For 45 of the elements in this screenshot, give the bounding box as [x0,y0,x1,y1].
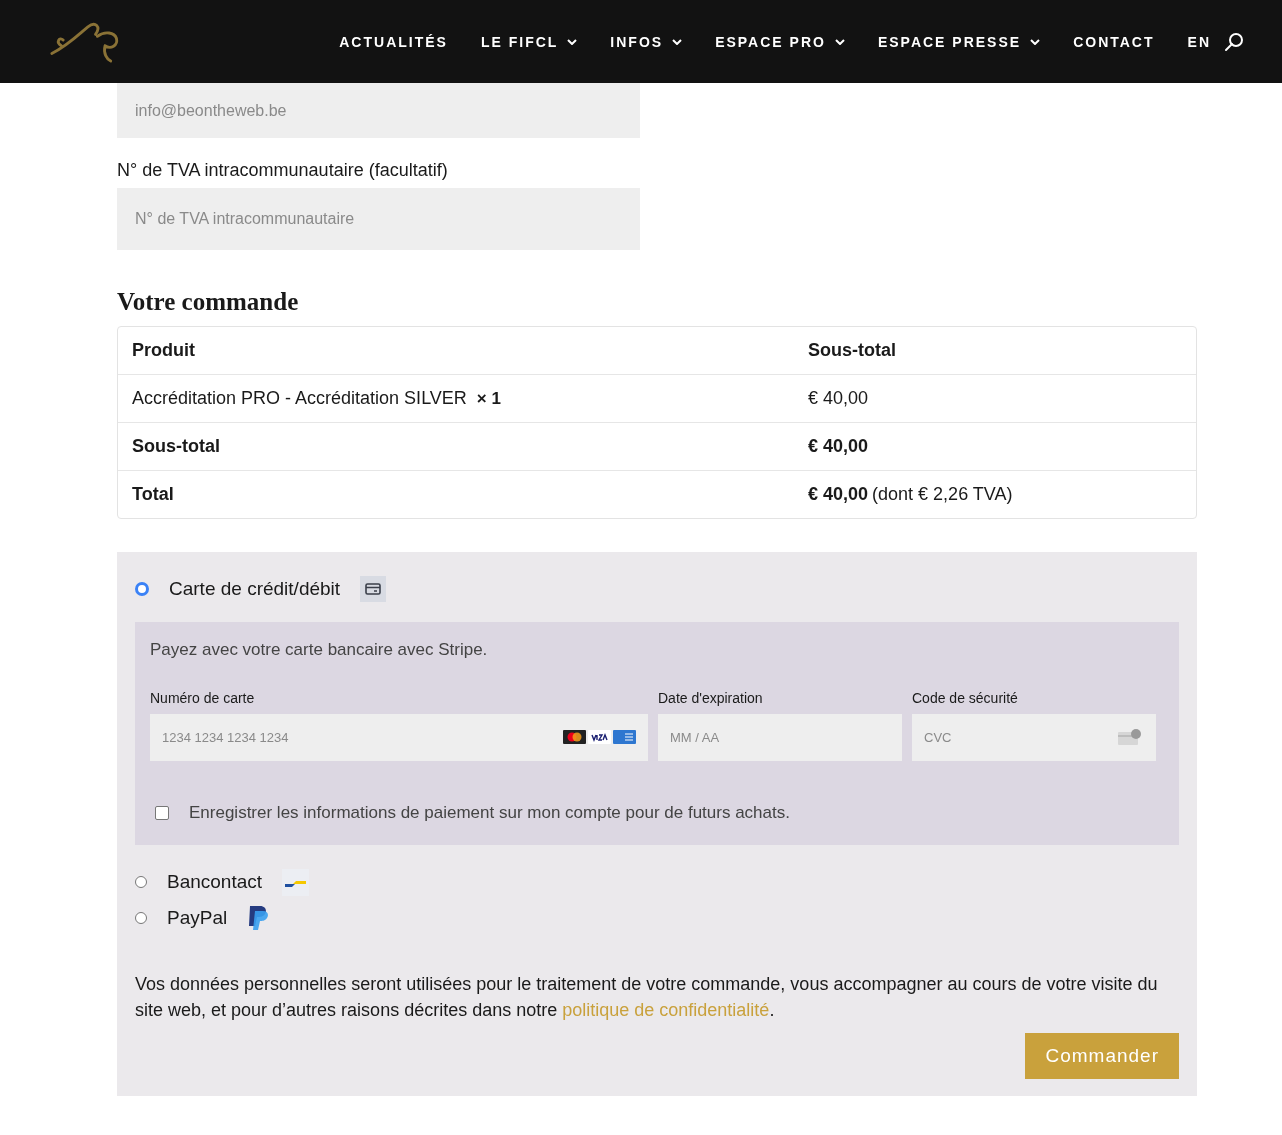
nav-link[interactable]: ACTUALITÉS [339,33,448,50]
amex-logo-icon [613,730,636,744]
card-input-field[interactable]: MM / AA [658,714,902,761]
table-cell: Accréditation PRO - Accréditation SILVER [132,388,467,409]
field-label: Numéro de carte [150,690,256,706]
radio-button[interactable] [135,876,147,888]
payment-method-label[interactable]: PayPal [167,907,228,929]
payment-method-label[interactable]: Bancontact [167,871,263,893]
checkbox[interactable] [155,806,169,820]
privacy-text: Vos données personnelles seront utilisées pour le traitement de votre commande, vous accompagner au cours de votre visite du site web, et pour d’autres raisons décrites dans notre politique de confidentialité. [135,973,1159,1022]
card-input-field[interactable]: 1234 1234 1234 1234 [150,714,648,761]
table-cell: Sous-total [132,436,220,457]
paypal-logo-icon [247,905,270,931]
quantity-text: × 1 [476,389,501,409]
nav-link[interactable]: ESPACE PRO [715,33,845,50]
field-label: N° de TVA intracommunautaire (facultatif) [117,160,449,181]
card-cvc-icon [1118,729,1142,745]
payment-method-label[interactable]: Carte de crédit/débit [169,578,341,600]
table-cell: Total [132,484,174,505]
table-cell: € 40,00 [808,388,869,409]
vat-field[interactable]: N° de TVA intracommunautaire [117,188,640,250]
visa-logo-icon [588,730,611,744]
nav-link[interactable]: ESPACE PRESSE [877,33,1041,50]
card-input-field[interactable]: CVC [912,714,1156,761]
intro-text: Payez avec votre carte bancaire avec Stripe. [150,640,489,660]
column-header: Produit [132,340,195,361]
credit-card-icon [360,576,387,602]
nav-link[interactable]: LE FIFCL [480,33,578,50]
table-cell: € 40,00 [808,436,869,457]
field-label: Code de sécurité [912,690,1019,706]
bancontact-logo-icon [282,868,310,896]
nav-link[interactable]: EN [1187,33,1211,50]
nav-link[interactable]: INFOS [610,33,683,50]
field-label: Date d'expiration [658,690,764,706]
table-cell: € 40,00 [808,484,869,505]
column-header: Sous-total [808,340,896,361]
search-icon[interactable] [1224,31,1244,52]
checkbox-label: Enregistrer les informations de paiement sur mon compte pour de futurs achats. [189,803,790,823]
nav-link[interactable]: CONTACT [1073,33,1155,50]
email-field[interactable]: info@beontheweb.be [117,83,640,138]
tax-note: (dont € 2,26 TVA) [872,484,1013,505]
mastercard-logo-icon [563,730,586,744]
radio-button[interactable] [135,582,149,596]
radio-button[interactable] [135,912,147,924]
section-title: Votre commande [117,288,300,316]
